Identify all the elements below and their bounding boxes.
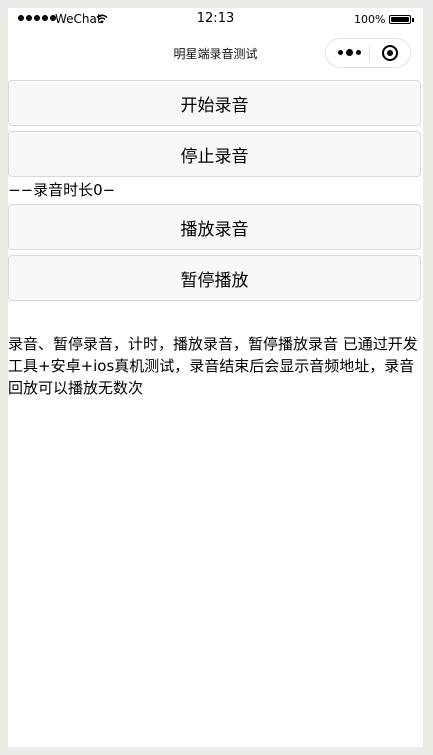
phone-screen: WeChat 12:13 100% 明星端录音测试 开始录音 停止录音 −−录音… xyxy=(8,8,423,747)
description-text: 录音、暂停录音，计时，播放录音，暂停播放录音 已通过开发工具+安卓+ios真机测… xyxy=(8,335,418,397)
pause-playback-button[interactable]: 暂停播放 xyxy=(8,255,421,301)
recording-duration: −−录音时长0− xyxy=(8,181,116,199)
play-recording-button[interactable]: 播放录音 xyxy=(8,204,421,250)
close-mini-program-icon[interactable] xyxy=(382,45,398,61)
battery-percentage: 100% xyxy=(354,13,386,26)
battery-tip xyxy=(412,18,414,22)
start-recording-button[interactable]: 开始录音 xyxy=(8,80,421,126)
battery-icon xyxy=(389,15,411,24)
more-options-icon[interactable] xyxy=(338,49,361,56)
mini-program-capsule xyxy=(325,38,411,68)
stop-recording-button[interactable]: 停止录音 xyxy=(8,131,421,177)
capsule-divider xyxy=(369,46,370,62)
status-bar: WeChat 12:13 100% xyxy=(8,8,423,32)
